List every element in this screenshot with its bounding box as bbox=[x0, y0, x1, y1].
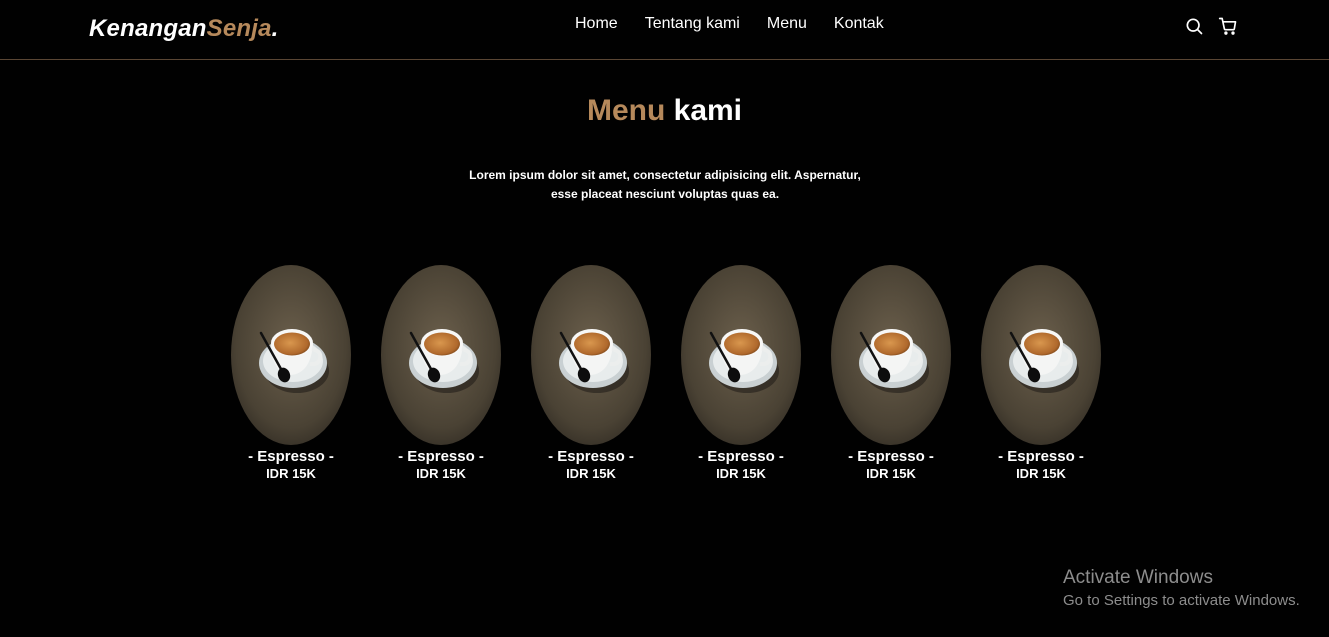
espresso-image bbox=[981, 265, 1101, 445]
espresso-image bbox=[381, 265, 501, 445]
menu-section-description: Lorem ipsum dolor sit amet, consectetur … bbox=[464, 166, 866, 204]
shopping-cart-icon[interactable] bbox=[1218, 16, 1238, 36]
menu-item-name: - Espresso - bbox=[998, 448, 1084, 465]
nav-icons bbox=[1184, 16, 1238, 36]
menu-card[interactable]: - Espresso - IDR 15K bbox=[231, 265, 351, 481]
nav-link-tentang-kami[interactable]: Tentang kami bbox=[645, 15, 740, 33]
nav-link-menu[interactable]: Menu bbox=[767, 15, 807, 33]
search-icon[interactable] bbox=[1184, 16, 1204, 36]
menu-card[interactable]: - Espresso - IDR 15K bbox=[381, 265, 501, 481]
description-line-1: Lorem ipsum dolor sit amet, consectetur … bbox=[469, 168, 861, 182]
menu-item-name: - Espresso - bbox=[848, 448, 934, 465]
menu-item-price: IDR 15K bbox=[1016, 466, 1066, 481]
menu-item-price: IDR 15K bbox=[716, 466, 766, 481]
windows-activation-watermark: Activate Windows Go to Settings to activ… bbox=[1063, 567, 1300, 612]
nav-link-kontak[interactable]: Kontak bbox=[834, 15, 884, 33]
menu-item-name: - Espresso - bbox=[398, 448, 484, 465]
espresso-image bbox=[531, 265, 651, 445]
brand-name-main: Kenangan bbox=[89, 15, 207, 42]
espresso-image bbox=[681, 265, 801, 445]
menu-list: - Espresso - IDR 15K - Espresso - IDR 15… bbox=[231, 265, 1101, 481]
brand-name-accent: Senja bbox=[206, 15, 272, 42]
menu-title-rest: kami bbox=[665, 94, 743, 127]
main-nav: Home Tentang kami Menu Kontak bbox=[575, 15, 911, 33]
menu-item-name: - Espresso - bbox=[248, 448, 334, 465]
espresso-image bbox=[831, 265, 951, 445]
menu-card[interactable]: - Espresso - IDR 15K bbox=[531, 265, 651, 481]
menu-item-price: IDR 15K bbox=[866, 466, 916, 481]
brand-logo[interactable]: KenanganSenja. bbox=[89, 15, 279, 43]
menu-item-price: IDR 15K bbox=[266, 466, 316, 481]
menu-item-name: - Espresso - bbox=[548, 448, 634, 465]
menu-item-name: - Espresso - bbox=[698, 448, 784, 465]
menu-title-accent: Menu bbox=[586, 94, 666, 127]
navbar: KenanganSenja. Home Tentang kami Menu Ko… bbox=[0, 0, 1329, 60]
description-line-2: esse placeat nesciunt voluptas quas ea. bbox=[550, 187, 780, 201]
watermark-title: Activate Windows bbox=[1063, 567, 1213, 588]
espresso-image bbox=[231, 265, 351, 445]
watermark-subtitle: Go to Settings to activate Windows. bbox=[1063, 592, 1300, 609]
menu-card[interactable]: - Espresso - IDR 15K bbox=[681, 265, 801, 481]
brand-dot: . bbox=[271, 15, 279, 42]
nav-link-home[interactable]: Home bbox=[575, 15, 618, 33]
menu-card[interactable]: - Espresso - IDR 15K bbox=[831, 265, 951, 481]
menu-section-title: Menu kami bbox=[0, 94, 1329, 128]
menu-item-price: IDR 15K bbox=[566, 466, 616, 481]
menu-item-price: IDR 15K bbox=[416, 466, 466, 481]
menu-card[interactable]: - Espresso - IDR 15K bbox=[981, 265, 1101, 481]
